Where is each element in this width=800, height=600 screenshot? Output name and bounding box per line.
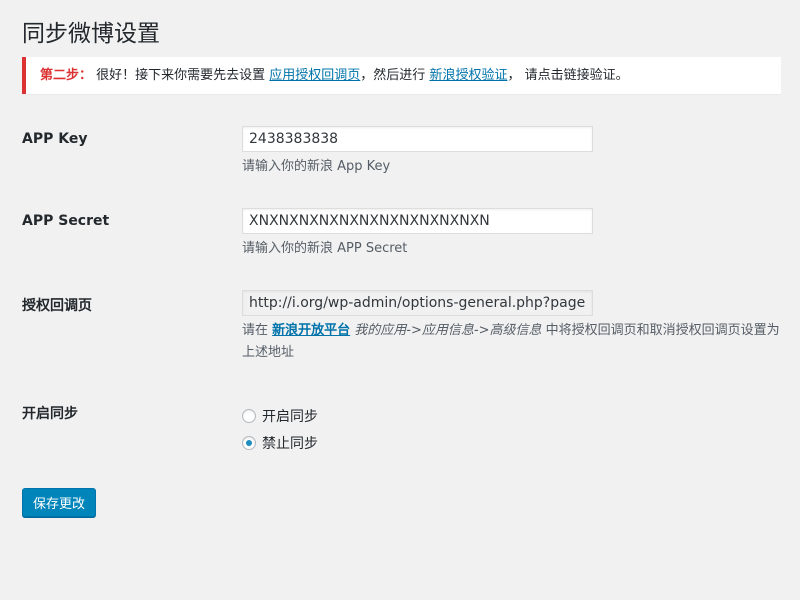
save-changes-button[interactable]: 保存更改 xyxy=(22,488,97,517)
notice-banner: 第二步： 很好！接下来你需要先去设置 应用授权回调页，然后进行 新浪授权验证， … xyxy=(22,57,781,94)
notice-text-before: 很好！接下来你需要先去设置 xyxy=(92,68,270,83)
settings-page: 同步微博设置 第二步： 很好！接下来你需要先去设置 应用授权回调页，然后进行 新… xyxy=(0,0,800,600)
sync-on-label: 开启同步 xyxy=(262,409,318,425)
app-key-input[interactable] xyxy=(242,126,593,152)
callback-desc-path: 我的应用->应用信息->高级信息 xyxy=(350,323,542,338)
callback-label: 授权回调页 xyxy=(22,298,92,314)
notice-text-after: ， 请点击链接验证。 xyxy=(507,68,629,83)
notice-step-label: 第二步： xyxy=(40,68,93,83)
sync-off-radio[interactable] xyxy=(242,436,256,450)
app-secret-description: 请输入你的新浪 APP Secret xyxy=(242,241,408,256)
sync-label: 开启同步 xyxy=(22,406,78,422)
sync-on-option[interactable]: 开启同步 xyxy=(242,406,318,426)
sina-auth-link[interactable]: 新浪授权验证 xyxy=(429,68,507,83)
notice-text-middle: ，然后进行 xyxy=(360,68,430,83)
sync-off-option[interactable]: 禁止同步 xyxy=(242,433,318,453)
callback-desc-prefix: 请在 xyxy=(242,323,273,338)
app-secret-label: APP Secret xyxy=(22,213,110,229)
app-key-description: 请输入你的新浪 App Key xyxy=(242,159,391,174)
sync-on-radio[interactable] xyxy=(242,409,256,423)
callback-description: 请在 新浪开放平台 我的应用->应用信息->高级信息 中将授权回调页和取消授权回… xyxy=(242,320,782,364)
callback-settings-link[interactable]: 应用授权回调页 xyxy=(269,68,360,83)
sina-open-platform-link[interactable]: 新浪开放平台 xyxy=(272,323,350,338)
callback-url-input[interactable] xyxy=(242,290,593,316)
page-title: 同步微博设置 xyxy=(22,21,160,47)
app-key-label: APP Key xyxy=(22,131,88,147)
sync-off-label: 禁止同步 xyxy=(262,436,318,452)
app-secret-input[interactable] xyxy=(242,208,593,234)
